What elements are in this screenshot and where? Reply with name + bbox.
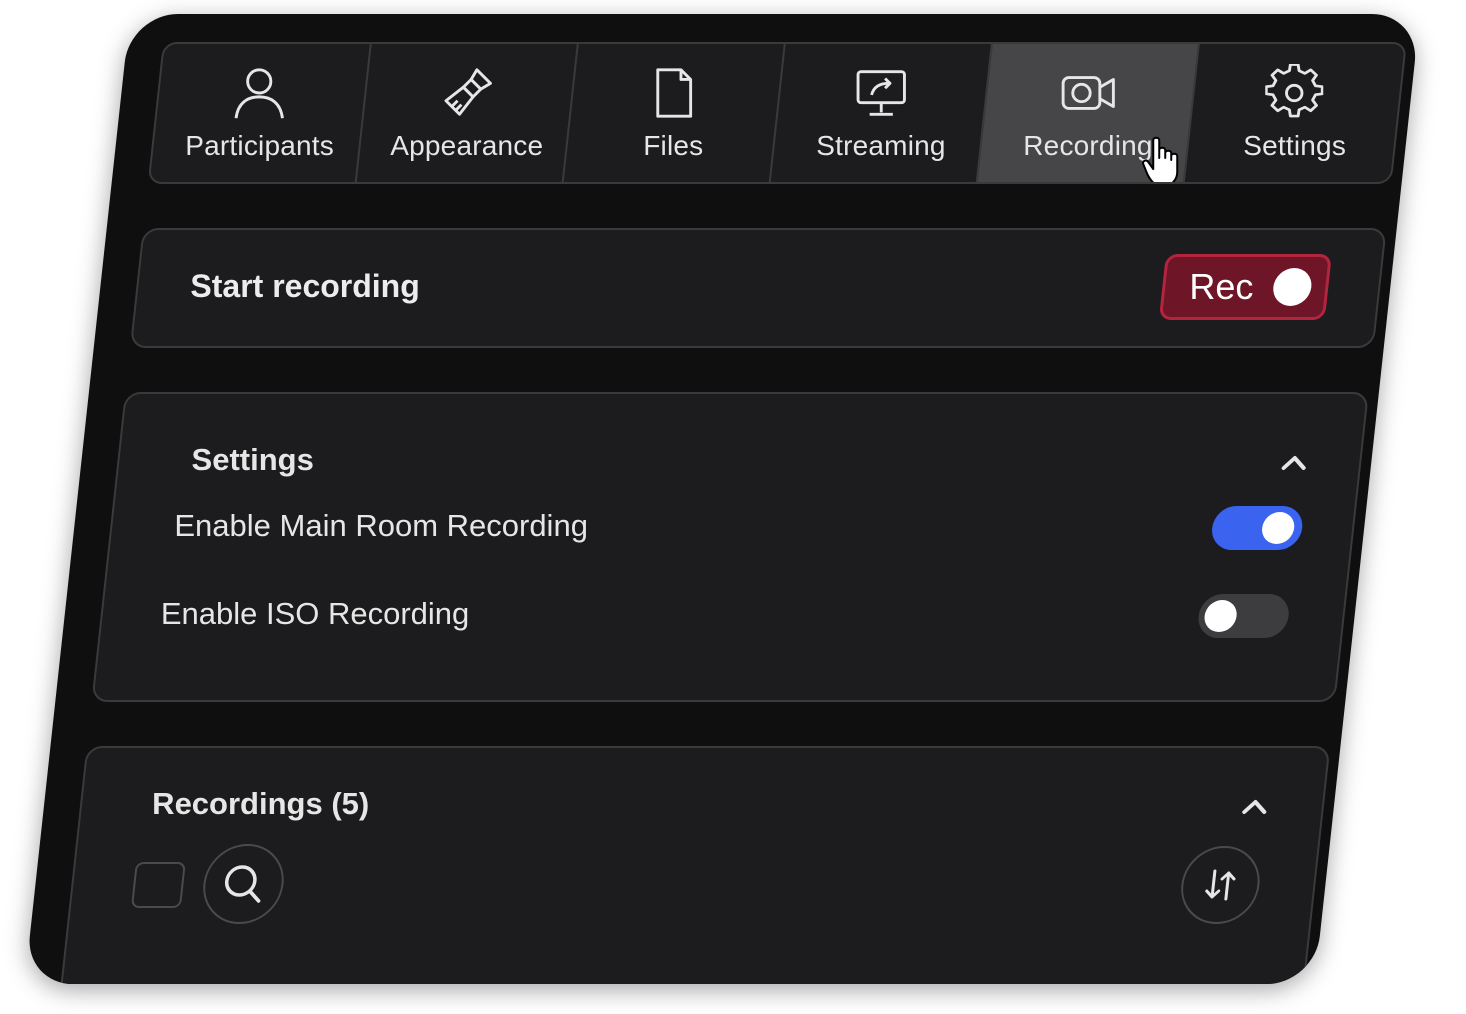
rec-button[interactable]: Rec <box>1158 254 1332 320</box>
hand-cursor-icon <box>1141 136 1179 184</box>
enable-iso-recording-label: Enable ISO Recording <box>160 596 470 631</box>
chevron-up-icon[interactable] <box>1239 796 1271 816</box>
tab-label: Files <box>643 130 704 161</box>
start-recording-card: Start recording Rec <box>129 228 1387 348</box>
video-camera-icon <box>1061 76 1115 110</box>
tab-label: Settings <box>1243 130 1347 161</box>
tab-settings[interactable]: Settings <box>1185 44 1405 182</box>
streaming-monitor-icon <box>856 70 906 116</box>
tab-files[interactable]: Files <box>563 44 786 182</box>
recording-panel: Participants Appearance Files Streaming … <box>24 14 1421 984</box>
start-recording-title: Start recording <box>190 268 420 304</box>
tab-streaming[interactable]: Streaming <box>770 44 993 182</box>
tab-participants[interactable]: Participants <box>149 44 372 182</box>
tab-recording[interactable]: Recording <box>977 44 1200 184</box>
tab-label: Appearance <box>390 130 544 161</box>
select-all-checkbox[interactable] <box>130 862 186 908</box>
tab-label: Participants <box>185 130 335 161</box>
tab-label: Recording <box>1023 130 1153 161</box>
gear-icon <box>1265 64 1324 118</box>
user-icon <box>235 68 285 119</box>
settings-section-title: Settings <box>191 442 314 477</box>
tab-bar: Participants Appearance Files Streaming … <box>147 42 1407 184</box>
rec-toggle-knob <box>1271 268 1314 306</box>
enable-main-room-recording-label: Enable Main Room Recording <box>174 508 588 543</box>
tab-label: Streaming <box>816 130 946 161</box>
paintbrush-icon <box>444 68 492 116</box>
recordings-section: Recordings (5) <box>53 746 1331 984</box>
search-icon <box>224 865 261 903</box>
settings-section: Settings Enable Main Room Recording Enab… <box>91 392 1369 702</box>
tab-appearance[interactable]: Appearance <box>356 44 579 182</box>
toggle-knob <box>1202 600 1239 632</box>
sort-button[interactable] <box>1177 846 1264 924</box>
search-button[interactable] <box>199 844 288 924</box>
file-icon <box>656 68 693 118</box>
chevron-up-icon[interactable] <box>1278 452 1310 472</box>
enable-main-room-recording-toggle[interactable] <box>1209 506 1305 550</box>
app-canvas: Participants Appearance Files Streaming … <box>0 0 1466 1014</box>
recordings-section-title: Recordings (5) <box>152 786 370 821</box>
sort-icon <box>1205 869 1236 901</box>
rec-button-label: Rec <box>1189 266 1254 307</box>
toggle-knob <box>1260 512 1296 544</box>
enable-iso-recording-toggle[interactable] <box>1196 594 1291 638</box>
